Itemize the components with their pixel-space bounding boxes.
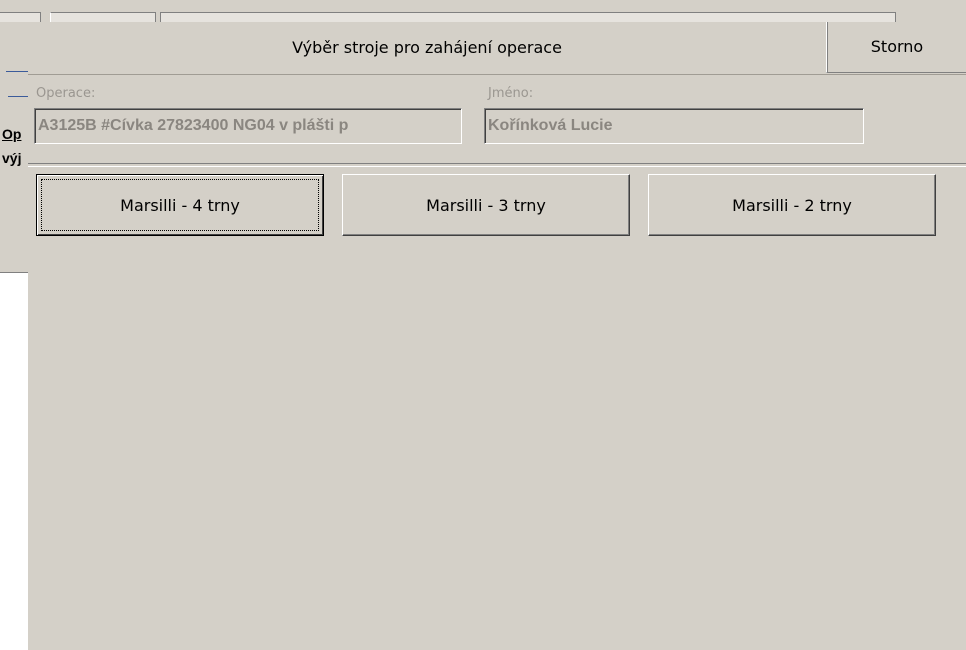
machine-button-label: Marsilli - 4 trny	[120, 196, 240, 215]
machine-button-marsilli-4[interactable]: Marsilli - 4 trny	[36, 174, 324, 236]
name-value: Kořínková Lucie	[488, 117, 613, 134]
machine-button-label: Marsilli - 2 trny	[732, 196, 852, 215]
background-label: výj	[2, 150, 22, 166]
machine-button-marsilli-3[interactable]: Marsilli - 3 trny	[342, 174, 630, 236]
dialog-title-bar: Výběr stroje pro zahájení operace Storno	[28, 22, 966, 75]
name-field: Kořínková Lucie	[484, 108, 864, 144]
background-divider	[6, 71, 28, 72]
operation-field: A3125B #Cívka 27823400 NG04 v plášti p	[34, 108, 462, 144]
dialog-title: Výběr stroje pro zahájení operace	[292, 38, 562, 57]
cancel-button[interactable]: Storno	[826, 22, 966, 73]
background-divider	[8, 96, 28, 97]
background-side-panel	[0, 22, 28, 273]
background-label: Op	[2, 126, 22, 142]
operation-value: A3125B #Cívka 27823400 NG04 v plášti p	[38, 117, 349, 134]
machine-button-label: Marsilli - 3 trny	[426, 196, 546, 215]
machine-button-marsilli-2[interactable]: Marsilli - 2 trny	[648, 174, 936, 236]
name-label: Jméno:	[488, 86, 534, 101]
machine-selection-dialog: Výběr stroje pro zahájení operace Storno…	[28, 22, 966, 650]
divider	[28, 163, 966, 167]
operation-label: Operace:	[36, 86, 96, 101]
